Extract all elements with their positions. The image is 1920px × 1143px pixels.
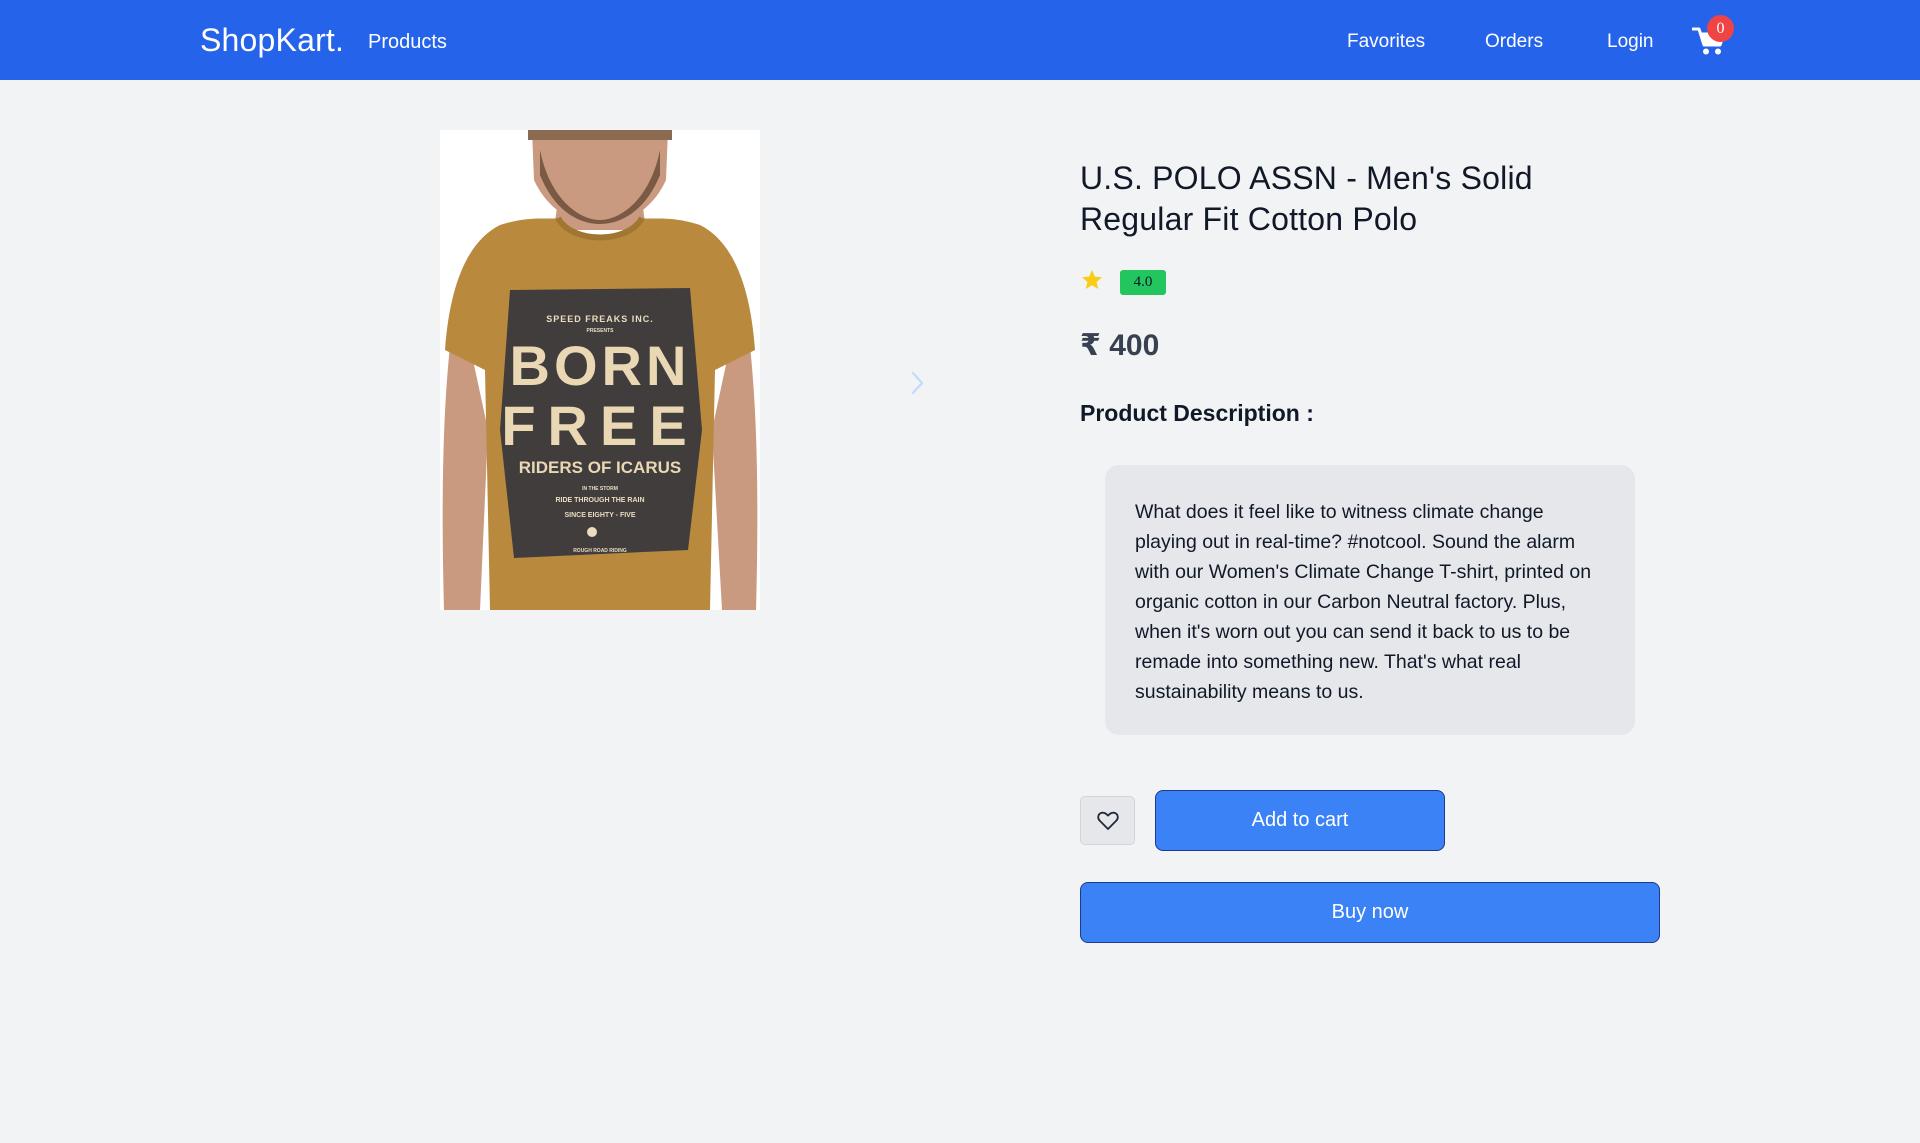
chevron-right-icon — [911, 371, 924, 395]
print-line1: BORN — [510, 334, 691, 397]
description-text: What does it feel like to witness climat… — [1135, 501, 1592, 703]
nav-products-link[interactable]: Products — [368, 28, 447, 56]
print-small4: ROUGH ROAD RIDING — [573, 548, 627, 554]
favorite-button[interactable] — [1080, 796, 1135, 845]
nav-favorites-link[interactable]: Favorites — [1347, 28, 1425, 56]
product-price: ₹ 400 — [1080, 329, 1160, 362]
buy-now-button[interactable]: Buy now — [1080, 882, 1660, 943]
top-navbar: ShopKart. Products Favorites Orders Logi… — [0, 0, 1920, 80]
star-icon — [1080, 268, 1104, 292]
product-title: U.S. POLO ASSN - Men's Solid Regular Fit… — [1080, 160, 1533, 237]
print-line3: RIDERS OF ICARUS — [519, 458, 681, 477]
carousel-next-button[interactable] — [905, 368, 929, 398]
cart-count-badge: 0 — [1707, 15, 1734, 42]
nav-login-link[interactable]: Login — [1607, 28, 1654, 56]
description-heading: Product Description : — [1080, 400, 1314, 426]
print-small1: IN THE STORM — [582, 486, 618, 492]
print-small3: SINCE EIGHTY - FIVE — [564, 512, 635, 519]
add-to-cart-button[interactable]: Add to cart — [1155, 790, 1445, 851]
print-line2: FREE — [501, 394, 698, 457]
product-photo: SPEED FREAKS INC. PRESENTS BORN FREE RID… — [440, 130, 760, 610]
print-brand-line: SPEED FREAKS INC. — [546, 314, 654, 324]
description-box: What does it feel like to witness climat… — [1105, 465, 1635, 735]
brand-logo[interactable]: ShopKart. — [200, 20, 344, 60]
heart-icon — [1097, 811, 1119, 830]
product-image: SPEED FREAKS INC. PRESENTS BORN FREE RID… — [440, 130, 760, 610]
print-small2: RIDE THROUGH THE RAIN — [555, 497, 644, 504]
nav-orders-link[interactable]: Orders — [1485, 28, 1543, 56]
rating-badge: 4.0 — [1120, 270, 1166, 295]
